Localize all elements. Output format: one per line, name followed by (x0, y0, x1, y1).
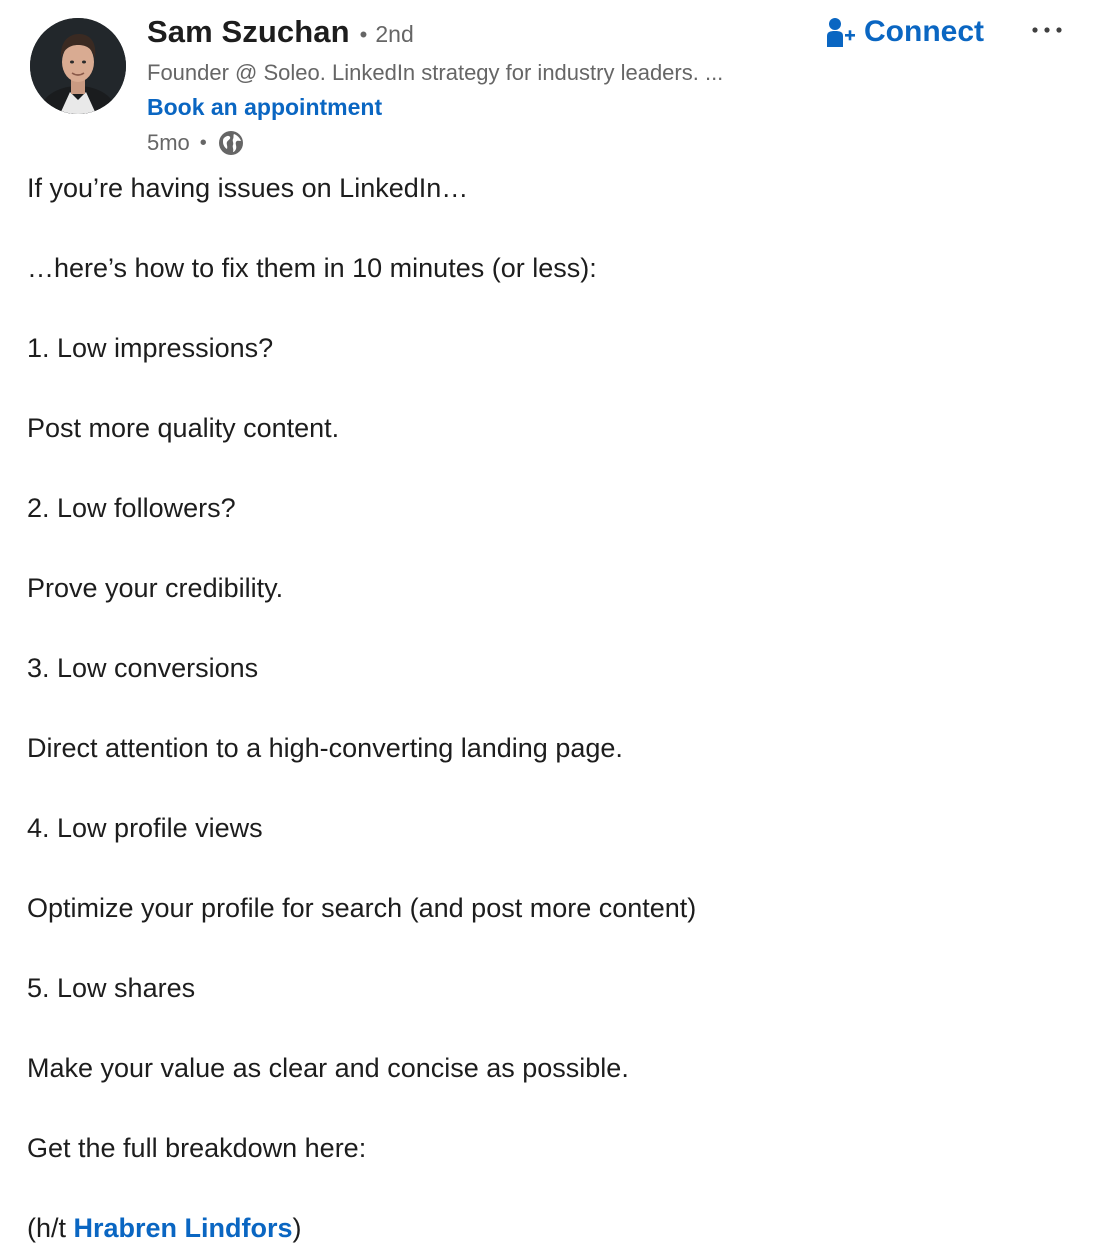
author-avatar[interactable] (30, 18, 126, 114)
author-headline: Founder @ Soleo. LinkedIn strategy for i… (147, 60, 724, 85)
time-separator: • (199, 131, 207, 154)
post-line: Post more quality content. (27, 413, 340, 443)
more-options-icon[interactable] (1026, 14, 1068, 46)
post-body: If you’re having issues on LinkedIn… …he… (27, 168, 1077, 1248)
post-line: Optimize your profile for search (and po… (27, 893, 697, 923)
post-timestamp: 5mo (147, 130, 190, 155)
globe-icon (217, 129, 245, 157)
post-line: 2. Low followers? (27, 493, 236, 523)
hat-tip-suffix: ) (292, 1213, 302, 1243)
post-line: Direct attention to a high-converting la… (27, 733, 623, 763)
post-time-row: 5mo • (147, 124, 827, 162)
post-line: Prove your credibility. (27, 573, 284, 603)
post-line: 1. Low impressions? (27, 333, 274, 363)
author-name[interactable]: Sam Szuchan (147, 14, 350, 50)
mention-link[interactable]: Hrabren Lindfors (74, 1213, 293, 1243)
post-line: Make your value as clear and concise as … (27, 1053, 629, 1083)
book-appointment-link[interactable]: Book an appointment (147, 90, 827, 124)
post-line: Get the full breakdown here: (27, 1133, 367, 1163)
connect-button[interactable]: Connect (826, 12, 984, 52)
post-line: 3. Low conversions (27, 653, 259, 683)
author-meta: Sam Szuchan • 2nd Founder @ Soleo. Linke… (147, 14, 827, 162)
feed-post: Sam Szuchan • 2nd Founder @ Soleo. Linke… (0, 0, 1100, 1258)
hat-tip-line: (h/t Hrabren Lindfors) (27, 1208, 1077, 1248)
post-header: Sam Szuchan • 2nd Founder @ Soleo. Linke… (0, 0, 1100, 160)
connect-label: Connect (864, 15, 984, 48)
post-line: 5. Low shares (27, 973, 196, 1003)
add-person-icon (826, 16, 856, 48)
post-line: …here’s how to fix them in 10 minutes (o… (27, 253, 597, 283)
author-name-row: Sam Szuchan • 2nd (147, 14, 827, 56)
connection-degree: 2nd (375, 21, 414, 47)
post-line: 4. Low profile views (27, 813, 263, 843)
hat-tip-prefix: (h/t (27, 1213, 74, 1243)
post-line: If you’re having issues on LinkedIn… (27, 173, 469, 203)
degree-separator: • (359, 22, 368, 47)
